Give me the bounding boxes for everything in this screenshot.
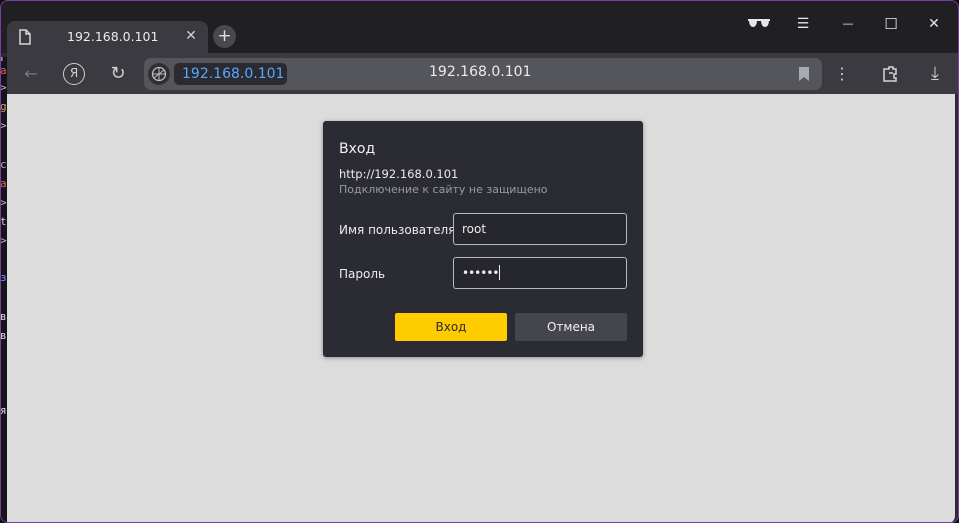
left-strip-glyph: я [1, 405, 7, 417]
menu-icon[interactable]: ☰ [793, 14, 813, 34]
page-icon [19, 29, 31, 45]
dialog-title: Вход [339, 141, 376, 157]
yandex-icon-glyph: Я [69, 66, 79, 80]
left-strip-glyph: з [1, 272, 7, 284]
tab-active[interactable]: 192.168.0.101 ✕ [7, 21, 208, 53]
left-strip-glyph: a [1, 178, 7, 190]
username-label: Имя пользователя [339, 223, 456, 237]
left-strip-glyph: t [1, 216, 7, 228]
new-tab-button[interactable]: + [213, 25, 236, 48]
minimize-icon[interactable]: — [838, 14, 858, 34]
dialog-url: http://192.168.0.101 [339, 167, 459, 181]
left-strip-glyph: > [1, 82, 7, 94]
left-strip-glyph: > [1, 235, 7, 247]
text-caret [499, 265, 501, 280]
left-strip-glyph: в [1, 311, 7, 323]
auth-dialog: Вход http://192.168.0.101 Подключение к … [323, 121, 643, 357]
url-text[interactable]: 192.168.0.101 [429, 64, 531, 80]
extensions-icon[interactable] [882, 65, 900, 83]
left-strip-glyph: в [1, 330, 7, 342]
left-strip-glyph: g [1, 101, 7, 113]
yandex-icon[interactable]: Я [63, 63, 85, 85]
download-icon[interactable]: ⤓ [924, 63, 946, 85]
reload-icon[interactable]: ↻ [107, 63, 129, 85]
username-value: root [462, 222, 487, 236]
cancel-button[interactable]: Отмена [515, 313, 627, 341]
username-field[interactable]: root [453, 213, 627, 245]
browser-window: 192.168.0.101 ✕ + ☰ — ☐ ✕ ← Я ↻ 192.168. [0, 0, 959, 523]
address-bar[interactable]: 192.168.0.101 192.168.0.101 [144, 58, 822, 90]
left-strip-glyph: > [1, 197, 7, 209]
url-chip[interactable]: 192.168.0.101 [174, 63, 287, 85]
login-button[interactable]: Вход [395, 313, 507, 341]
more-icon[interactable]: ⋮ [831, 63, 853, 85]
bookmark-icon[interactable] [798, 66, 810, 82]
tab-title: 192.168.0.101 [67, 29, 159, 44]
password-label: Пароль [339, 267, 386, 281]
incognito-glasses-icon[interactable] [747, 17, 771, 31]
left-edge-strip: г д a > g > c a > t > з в в я [1, 57, 7, 522]
left-strip-glyph: c [1, 159, 7, 171]
left-strip-glyph: г [1, 57, 7, 64]
maximize-icon[interactable]: ☐ [881, 14, 901, 34]
left-strip-glyph: > [1, 120, 7, 132]
site-security-icon[interactable] [148, 63, 170, 85]
password-field[interactable]: •••••• [453, 257, 627, 289]
tab-close-icon[interactable]: ✕ [183, 28, 199, 44]
back-icon[interactable]: ← [20, 63, 42, 85]
tab-bar: 192.168.0.101 ✕ + ☰ — ☐ ✕ [1, 1, 958, 53]
password-value: •••••• [462, 266, 499, 280]
dialog-warning: Подключение к сайту не защищено [339, 183, 548, 196]
toolbar: ← Я ↻ 192.168.0.101 192.168.0.101 ⋮ ⤓ [7, 53, 958, 94]
left-strip-glyph: a [1, 65, 7, 77]
close-window-icon[interactable]: ✕ [924, 14, 944, 34]
